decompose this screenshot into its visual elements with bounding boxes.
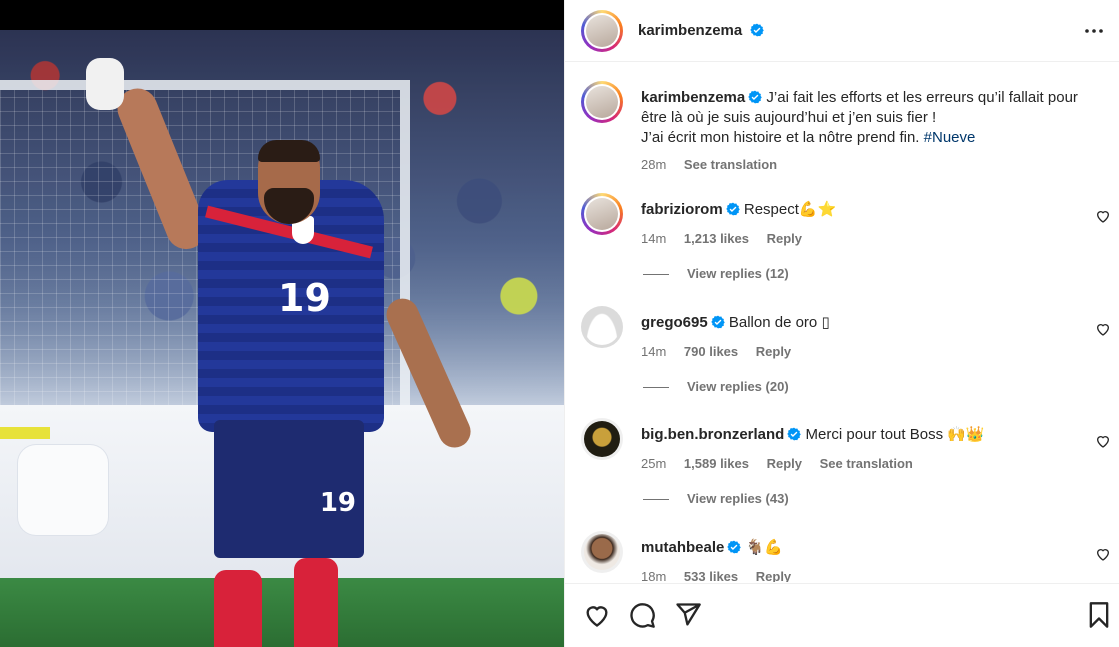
commenter-avatar[interactable] bbox=[581, 193, 623, 235]
comment-likes[interactable]: 1,589 likes bbox=[684, 456, 749, 471]
view-replies-button[interactable]: View replies (20) bbox=[643, 379, 789, 394]
comment-time[interactable]: 18m bbox=[641, 569, 666, 582]
author-line: karimbenzema bbox=[638, 22, 764, 40]
action-bar bbox=[565, 583, 1119, 647]
reply-button[interactable]: Reply bbox=[767, 456, 802, 471]
comments-scroll-area[interactable]: karimbenzema J’ai fait les efforts et le… bbox=[565, 62, 1119, 582]
author-avatar[interactable] bbox=[581, 10, 623, 52]
verified-icon bbox=[787, 427, 802, 441]
caption-meta: 28m See translation bbox=[641, 157, 1081, 172]
hashtag-link[interactable]: #Nueve bbox=[924, 129, 976, 146]
heart-icon[interactable] bbox=[1095, 546, 1111, 562]
comment-likes[interactable]: 1,213 likes bbox=[684, 231, 749, 246]
commenter-avatar[interactable] bbox=[581, 418, 623, 460]
comment-meta: 18m 533 likes Reply bbox=[641, 569, 1081, 582]
comment-time[interactable]: 25m bbox=[641, 456, 666, 471]
commenter-username[interactable]: fabriziorom bbox=[641, 201, 723, 218]
caption-username[interactable]: karimbenzema bbox=[641, 89, 745, 106]
photo-scene: 19 19 bbox=[0, 30, 564, 647]
lowered-arm bbox=[381, 293, 476, 453]
like-heart-icon[interactable] bbox=[583, 601, 611, 629]
comment-text: Ballon de oro ▯ bbox=[728, 314, 830, 331]
comment-meta: 14m 790 likes Reply bbox=[641, 344, 1081, 359]
commenter-avatar[interactable] bbox=[581, 531, 623, 573]
caption-avatar[interactable] bbox=[581, 81, 623, 123]
heart-icon[interactable] bbox=[1095, 208, 1111, 224]
caption-time[interactable]: 28m bbox=[641, 157, 666, 172]
comment-meta: 25m 1,589 likes Reply See translation bbox=[641, 456, 1081, 471]
verified-icon bbox=[725, 202, 740, 216]
comment-time[interactable]: 14m bbox=[641, 344, 666, 359]
see-translation-link[interactable]: See translation bbox=[684, 157, 777, 172]
player-figure: 19 19 bbox=[0, 30, 564, 647]
heart-icon[interactable] bbox=[1095, 433, 1111, 449]
more-options-icon[interactable] bbox=[1082, 21, 1106, 41]
comment-meta: 14m 1,213 likes Reply bbox=[641, 231, 1081, 246]
comment-icon[interactable] bbox=[628, 601, 656, 629]
jersey-number: 19 bbox=[278, 276, 331, 320]
verified-icon bbox=[710, 315, 725, 329]
post-photo[interactable]: 19 19 bbox=[0, 0, 564, 647]
author-username[interactable]: karimbenzema bbox=[638, 22, 742, 39]
send-icon[interactable] bbox=[674, 601, 702, 629]
reply-button[interactable]: Reply bbox=[767, 231, 802, 246]
right-sock bbox=[294, 558, 338, 647]
player-hair bbox=[258, 140, 320, 162]
verified-icon bbox=[749, 23, 764, 37]
comment-text: Respect💪⭐ bbox=[743, 201, 837, 218]
caption-body-2: J’ai écrit mon histoire et la nôtre pren… bbox=[641, 129, 920, 146]
verified-icon bbox=[727, 540, 742, 554]
comment-time[interactable]: 14m bbox=[641, 231, 666, 246]
comment-text: Merci pour tout Boss 🙌👑 bbox=[805, 426, 985, 443]
commenter-username[interactable]: grego695 bbox=[641, 314, 708, 331]
bookmark-icon[interactable] bbox=[1085, 601, 1113, 629]
player-shorts: 19 bbox=[214, 420, 364, 558]
left-sock bbox=[214, 570, 262, 647]
comment-likes[interactable]: 533 likes bbox=[684, 569, 738, 582]
taped-fist bbox=[86, 58, 124, 110]
reply-button[interactable]: Reply bbox=[756, 344, 791, 359]
post-header: karimbenzema bbox=[565, 0, 1119, 62]
commenter-username[interactable]: big.ben.bronzerland bbox=[641, 426, 784, 443]
caption-text: karimbenzema J’ai fait les efforts et le… bbox=[641, 88, 1081, 148]
comment-likes[interactable]: 790 likes bbox=[684, 344, 738, 359]
see-translation-link[interactable]: See translation bbox=[820, 456, 913, 471]
post-panel: karimbenzema karimbenzema J’ai fait les … bbox=[564, 0, 1119, 647]
player-head bbox=[258, 140, 320, 224]
reply-button[interactable]: Reply bbox=[756, 569, 791, 582]
shorts-number: 19 bbox=[319, 488, 356, 518]
view-replies-button[interactable]: View replies (12) bbox=[643, 266, 789, 281]
commenter-avatar[interactable] bbox=[581, 306, 623, 348]
view-replies-button[interactable]: View replies (43) bbox=[643, 491, 789, 506]
verified-icon bbox=[748, 90, 762, 104]
comment-text: 🐐💪 bbox=[745, 539, 783, 556]
commenter-username[interactable]: mutahbeale bbox=[641, 539, 724, 556]
heart-icon[interactable] bbox=[1095, 321, 1111, 337]
